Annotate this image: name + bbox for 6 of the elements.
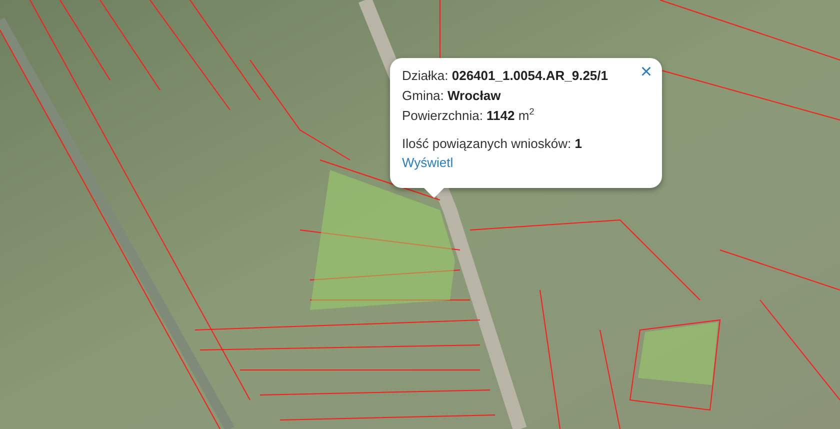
info-line: Działka: 026401_1.0054.AR_9.25/1 — [402, 67, 609, 85]
info-line: Ilość powiązanych wniosków: 1 — [402, 135, 583, 153]
info-line: Powierzchnia: 1142 m$^{2}$ — [402, 106, 536, 125]
view-link[interactable]: Wyświetl — [402, 154, 454, 172]
info-line: Gmina: Wrocław — [402, 87, 502, 105]
close-button[interactable]: × — [638, 62, 654, 82]
